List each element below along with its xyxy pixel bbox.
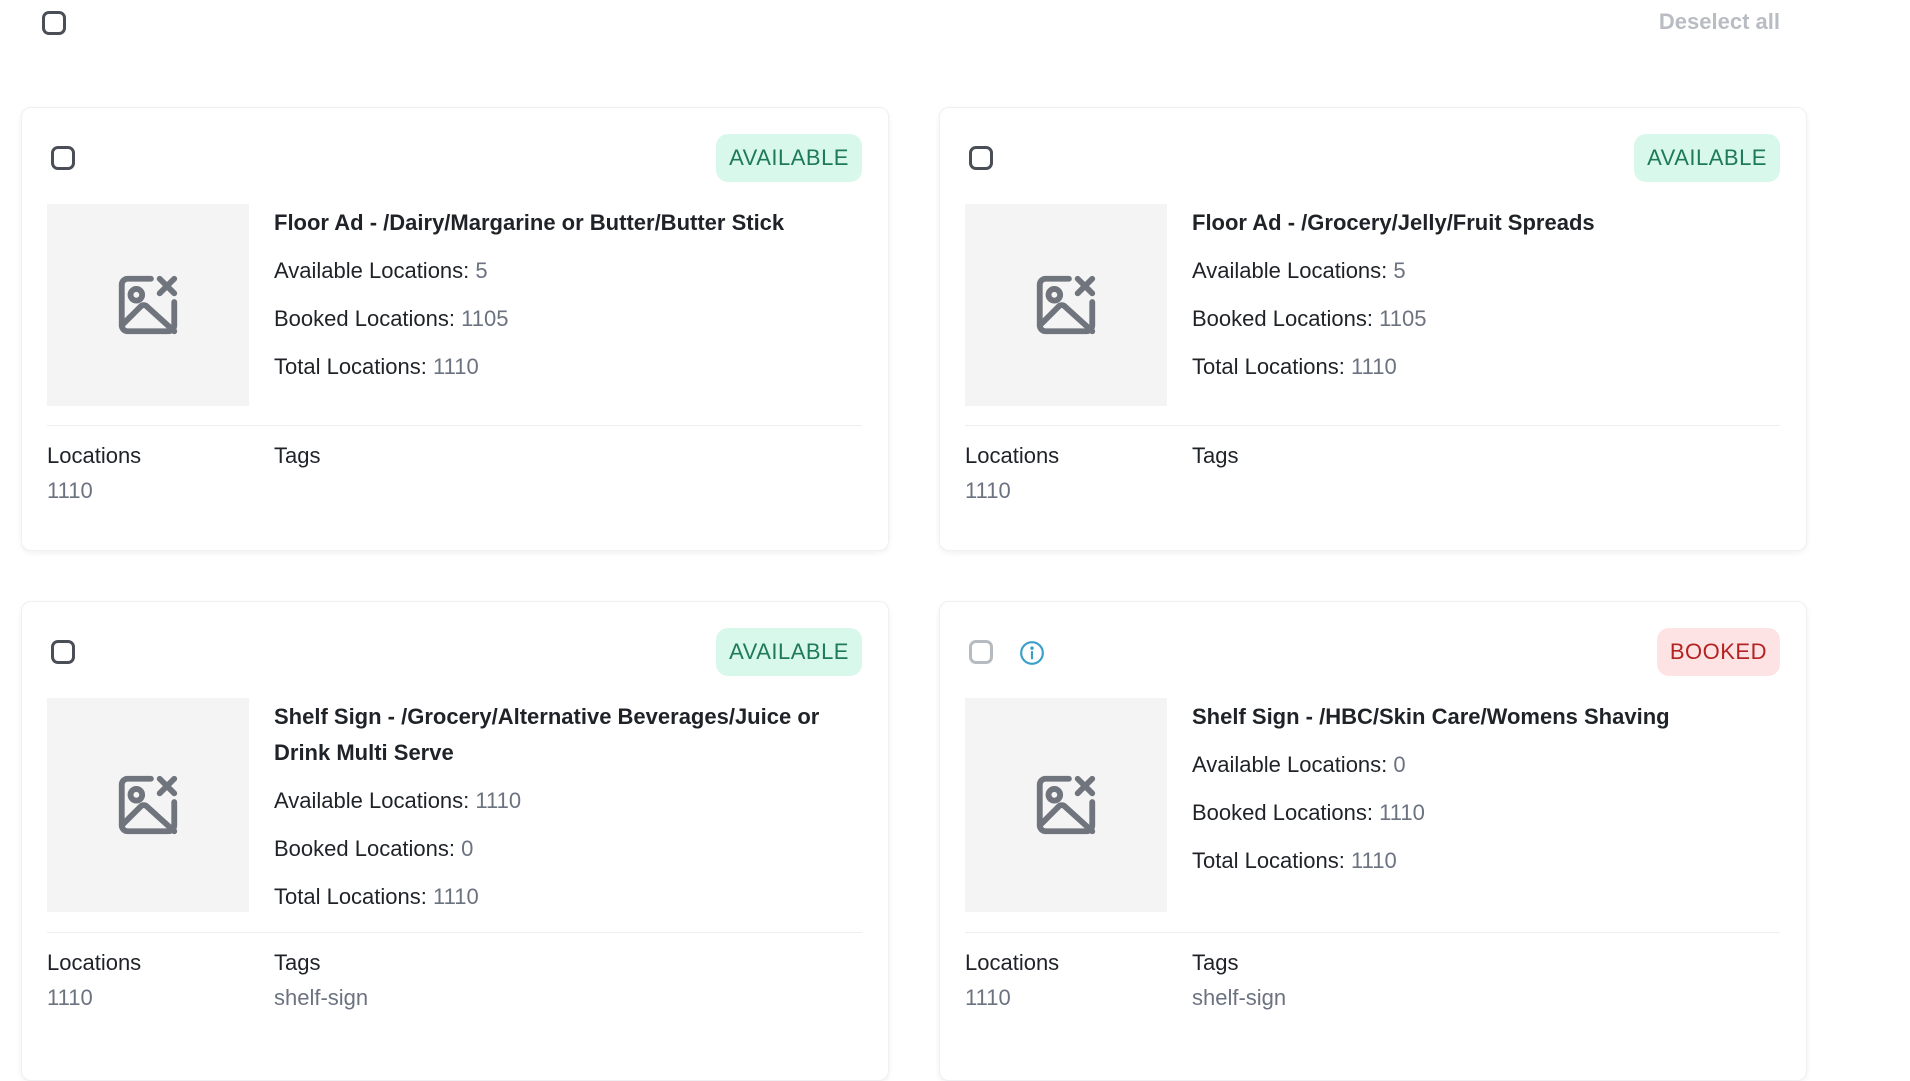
tags-summary: Tags	[274, 443, 321, 468]
locations-summary: Locations 1110	[965, 443, 1060, 503]
image-placeholder	[47, 698, 249, 912]
total-locations: Total Locations: 1110	[1192, 848, 1397, 873]
tags-summary: Tags shelf-sign	[1192, 950, 1287, 1010]
inventory-card: AVAILABLE Floor Ad - /Grocery/Jelly/Frui…	[939, 107, 1807, 551]
card-checkbox[interactable]	[51, 640, 75, 664]
card-checkbox[interactable]	[969, 640, 993, 664]
card-divider	[965, 932, 1780, 933]
card-checkbox[interactable]	[51, 146, 75, 170]
status-badge: AVAILABLE	[716, 628, 862, 676]
status-badge: AVAILABLE	[1634, 134, 1780, 182]
booked-locations: Booked Locations: 1110	[1192, 800, 1425, 825]
available-locations: Available Locations: 0	[1192, 752, 1406, 777]
image-placeholder	[965, 698, 1167, 912]
tags-summary: Tags shelf-sign	[274, 950, 369, 1010]
select-all-checkbox[interactable]	[42, 11, 66, 35]
available-locations: Available Locations: 5	[1192, 258, 1406, 283]
image-broken-icon	[1036, 275, 1096, 335]
card-divider	[965, 425, 1780, 426]
total-locations: Total Locations: 1110	[274, 884, 479, 909]
card-divider	[47, 932, 862, 933]
card-divider	[47, 425, 862, 426]
selection-toolbar: Deselect all	[0, 0, 1910, 60]
inventory-card: BOOKED Shelf Sign - /HBC/Skin Care/Women…	[939, 601, 1807, 1081]
card-title[interactable]: Shelf Sign - /Grocery/Alternative Bevera…	[274, 699, 864, 771]
image-broken-icon	[118, 275, 178, 335]
booked-locations: Booked Locations: 1105	[1192, 306, 1427, 331]
booked-locations: Booked Locations: 1105	[274, 306, 509, 331]
locations-summary: Locations 1110	[47, 443, 142, 503]
booked-locations: Booked Locations: 0	[274, 836, 474, 861]
inventory-card: AVAILABLE Floor Ad - /Dairy/Margarine or…	[21, 107, 889, 551]
card-details: Shelf Sign - /Grocery/Alternative Bevera…	[274, 698, 864, 915]
locations-summary: Locations 1110	[965, 950, 1060, 1010]
inventory-card: AVAILABLE Shelf Sign - /Grocery/Alternat…	[21, 601, 889, 1081]
total-locations: Total Locations: 1110	[1192, 354, 1397, 379]
tags-summary: Tags	[1192, 443, 1239, 468]
image-broken-icon	[1036, 775, 1096, 835]
available-locations: Available Locations: 5	[274, 258, 488, 283]
available-locations: Available Locations: 1110	[274, 788, 522, 813]
image-placeholder	[47, 204, 249, 406]
total-locations: Total Locations: 1110	[274, 354, 479, 379]
card-details: Floor Ad - /Grocery/Jelly/Fruit Spreads …	[1192, 204, 1782, 385]
card-details: Shelf Sign - /HBC/Skin Care/Womens Shavi…	[1192, 698, 1782, 879]
status-badge: AVAILABLE	[716, 134, 862, 182]
image-placeholder	[965, 204, 1167, 406]
card-checkbox[interactable]	[969, 146, 993, 170]
info-icon[interactable]	[1019, 640, 1045, 666]
locations-summary: Locations 1110	[47, 950, 142, 1010]
card-details: Floor Ad - /Dairy/Margarine or Butter/Bu…	[274, 204, 864, 385]
card-title[interactable]: Shelf Sign - /HBC/Skin Care/Womens Shavi…	[1192, 699, 1782, 735]
deselect-all-button[interactable]: Deselect all	[1600, 9, 1780, 35]
card-title[interactable]: Floor Ad - /Grocery/Jelly/Fruit Spreads	[1192, 205, 1782, 241]
card-title[interactable]: Floor Ad - /Dairy/Margarine or Butter/Bu…	[274, 205, 864, 241]
image-broken-icon	[118, 775, 178, 835]
status-badge: BOOKED	[1656, 628, 1780, 676]
